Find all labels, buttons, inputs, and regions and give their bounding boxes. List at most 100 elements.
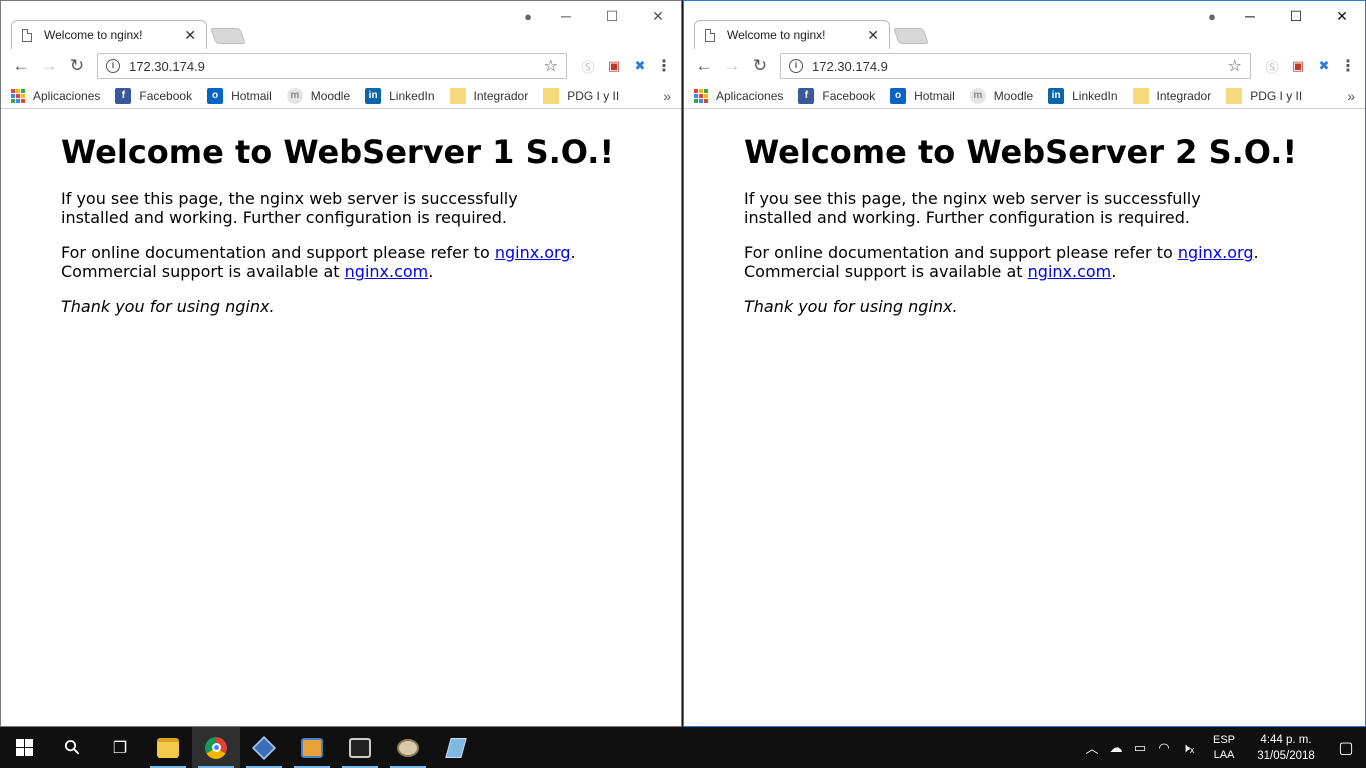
pocket-extension-icon[interactable]: ▣ bbox=[1285, 58, 1311, 74]
bookmarks-bar: Aplicaciones f Facebook o Hotmail m Mood… bbox=[684, 83, 1365, 109]
reload-button[interactable]: ↻ bbox=[63, 56, 91, 76]
url-text[interactable]: 172.30.174.9 bbox=[812, 59, 1228, 74]
bookmarks-overflow-button[interactable]: » bbox=[1347, 88, 1355, 104]
nginx-com-link[interactable]: nginx.com bbox=[1028, 262, 1112, 281]
bookmarks-bar: Aplicaciones f Facebook o Hotmail m Mood… bbox=[1, 83, 681, 109]
back-button[interactable]: ← bbox=[690, 56, 718, 76]
browser-window-1: Welcome to nginx! ✕ ● ─ ☐ ✕ ← → ↻ i 172.… bbox=[0, 0, 682, 727]
bookmark-integrador[interactable]: Integrador bbox=[1132, 87, 1212, 104]
new-tab-button[interactable] bbox=[210, 28, 246, 44]
forward-button[interactable]: → bbox=[718, 56, 746, 76]
bookmark-linkedin[interactable]: in LinkedIn bbox=[365, 87, 435, 104]
clock[interactable]: 4:44 p. m. 31/05/2018 bbox=[1246, 732, 1326, 764]
tab-active[interactable]: Welcome to nginx! ✕ bbox=[11, 20, 207, 49]
maximize-button[interactable]: ☐ bbox=[1273, 8, 1319, 25]
title-bar: Welcome to nginx! ✕ ● ─ ☐ ✕ bbox=[684, 1, 1365, 49]
tab-close-icon[interactable]: ✕ bbox=[867, 27, 879, 44]
onedrive-cloud-icon[interactable]: ☁ bbox=[1104, 740, 1128, 756]
tab-active[interactable]: Welcome to nginx! ✕ bbox=[694, 20, 890, 49]
bookmark-label: Integrador bbox=[1156, 88, 1212, 103]
bookmark-star-icon[interactable]: ☆ bbox=[544, 56, 558, 76]
moodle-icon: m bbox=[286, 87, 303, 104]
address-bar[interactable]: i 172.30.174.9 ☆ bbox=[97, 53, 567, 79]
maximize-button[interactable]: ☐ bbox=[589, 8, 635, 25]
page-heading: Welcome to WebServer 1 S.O.! bbox=[61, 133, 615, 171]
bookmark-label: Moodle bbox=[310, 88, 351, 103]
bookmark-label: Integrador bbox=[473, 88, 529, 103]
bookmark-integrador[interactable]: Integrador bbox=[449, 87, 529, 104]
bookmark-star-icon[interactable]: ☆ bbox=[1228, 56, 1242, 76]
bookmark-pdg[interactable]: PDG I y II bbox=[543, 87, 620, 104]
address-bar[interactable]: i 172.30.174.9 ☆ bbox=[780, 53, 1251, 79]
folder-icon bbox=[1132, 87, 1149, 104]
virtualbox-taskbar-button[interactable] bbox=[240, 727, 288, 768]
bookmark-moodle[interactable]: m Moodle bbox=[286, 87, 351, 104]
input-language[interactable]: ESP LAA bbox=[1206, 733, 1242, 763]
paint-taskbar-button[interactable] bbox=[384, 727, 432, 768]
minimize-button[interactable]: ─ bbox=[543, 8, 589, 24]
bookmark-facebook[interactable]: f Facebook bbox=[115, 87, 192, 104]
bookmark-label: Hotmail bbox=[914, 88, 955, 103]
pocket-extension-icon[interactable]: ▣ bbox=[601, 58, 627, 74]
extension-icon[interactable]: ✖ bbox=[1311, 58, 1337, 74]
url-text[interactable]: 172.30.174.9 bbox=[129, 59, 544, 74]
new-tab-button[interactable] bbox=[893, 28, 929, 44]
extension-icon[interactable]: ✖ bbox=[627, 58, 653, 74]
bookmark-hotmail[interactable]: o Hotmail bbox=[207, 87, 272, 104]
bookmark-pdg[interactable]: PDG I y II bbox=[1226, 87, 1302, 104]
nginx-org-link[interactable]: nginx.org bbox=[495, 243, 571, 262]
bookmark-linkedin[interactable]: in LinkedIn bbox=[1048, 87, 1118, 104]
page-icon bbox=[705, 28, 715, 42]
close-button[interactable]: ✕ bbox=[1319, 8, 1365, 25]
info-icon[interactable]: i bbox=[106, 59, 120, 73]
info-icon[interactable]: i bbox=[789, 59, 803, 73]
nginx-com-link[interactable]: nginx.com bbox=[345, 262, 429, 281]
menu-icon[interactable]: ⋮ bbox=[653, 56, 675, 76]
tab-close-icon[interactable]: ✕ bbox=[184, 27, 196, 44]
intro-paragraph: If you see this page, the nginx web serv… bbox=[744, 189, 1201, 227]
paint-icon bbox=[397, 738, 419, 757]
desktop: Welcome to nginx! ✕ ● ─ ☐ ✕ ← → ↻ i 172.… bbox=[0, 0, 1366, 768]
user-profile-icon[interactable]: ● bbox=[1197, 9, 1227, 24]
terminal-icon bbox=[349, 737, 371, 758]
battery-icon[interactable]: ▭ bbox=[1128, 740, 1152, 756]
bookmark-label: PDG I y II bbox=[567, 88, 620, 103]
start-button[interactable] bbox=[0, 727, 48, 768]
bookmark-label: Moodle bbox=[993, 88, 1034, 103]
file-explorer-button[interactable] bbox=[144, 727, 192, 768]
outlook-icon: o bbox=[890, 87, 907, 104]
chrome-icon bbox=[205, 736, 227, 759]
tab-title: Welcome to nginx! bbox=[44, 28, 143, 42]
search-button[interactable]: ⚲ bbox=[48, 727, 96, 768]
terminal-taskbar-button[interactable] bbox=[336, 727, 384, 768]
forward-button[interactable]: → bbox=[35, 56, 63, 76]
tray-overflow-icon[interactable]: ︿ bbox=[1080, 738, 1104, 757]
back-button[interactable]: ← bbox=[7, 56, 35, 76]
bookmark-hotmail[interactable]: o Hotmail bbox=[890, 87, 955, 104]
reload-button[interactable]: ↻ bbox=[746, 56, 774, 76]
notepad-taskbar-button[interactable] bbox=[432, 727, 480, 768]
minimize-button[interactable]: ─ bbox=[1227, 8, 1273, 24]
bookmark-moodle[interactable]: m Moodle bbox=[969, 87, 1034, 104]
menu-icon[interactable]: ⋮ bbox=[1337, 56, 1359, 76]
bookmark-apps[interactable]: Aplicaciones bbox=[694, 88, 784, 103]
tab-title: Welcome to nginx! bbox=[727, 28, 826, 42]
close-button[interactable]: ✕ bbox=[635, 8, 681, 25]
skype-extension-icon[interactable]: Ⓢ bbox=[575, 57, 601, 76]
folder-icon bbox=[449, 87, 466, 104]
bookmark-apps[interactable]: Aplicaciones bbox=[11, 88, 100, 103]
task-view-button[interactable]: ❐ bbox=[96, 727, 144, 768]
nginx-org-link[interactable]: nginx.org bbox=[1178, 243, 1254, 262]
page-heading: Welcome to WebServer 2 S.O.! bbox=[744, 133, 1298, 171]
user-profile-icon[interactable]: ● bbox=[513, 9, 543, 24]
bookmark-label: Aplicaciones bbox=[716, 88, 784, 103]
bookmark-facebook[interactable]: f Facebook bbox=[798, 87, 875, 104]
keyboard-layout: LAA bbox=[1213, 748, 1235, 761]
volume-muted-icon[interactable]: 🕨ₓ bbox=[1176, 740, 1200, 756]
action-center-icon[interactable]: ▢ bbox=[1326, 738, 1366, 758]
skype-extension-icon[interactable]: Ⓢ bbox=[1259, 57, 1285, 76]
wifi-icon[interactable]: ◠ bbox=[1152, 740, 1176, 756]
chrome-taskbar-button[interactable] bbox=[192, 727, 240, 768]
media-player-taskbar-button[interactable] bbox=[288, 727, 336, 768]
bookmarks-overflow-button[interactable]: » bbox=[663, 88, 671, 104]
